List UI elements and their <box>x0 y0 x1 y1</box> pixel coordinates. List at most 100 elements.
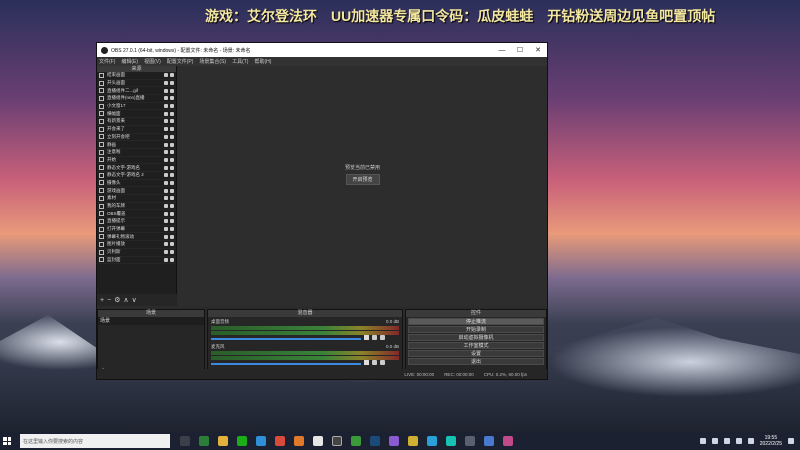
add-source-icon[interactable]: + <box>100 297 104 304</box>
minimize-button[interactable]: — <box>493 47 511 54</box>
lock-icon[interactable] <box>170 165 174 170</box>
lock-icon[interactable] <box>170 127 174 132</box>
eye-icon[interactable] <box>164 196 168 201</box>
eye-icon[interactable] <box>164 127 168 132</box>
taskbar-clock[interactable]: 19:55 2022/2/25 <box>760 435 782 447</box>
source-item[interactable]: 直播组件(nnn)直播 <box>97 95 176 103</box>
source-item[interactable]: 静态文字-游戏名 <box>97 164 176 172</box>
lock-icon[interactable] <box>170 188 174 193</box>
source-item[interactable]: 游戏画面 <box>97 187 176 195</box>
eye-icon[interactable] <box>164 180 168 185</box>
eye-icon[interactable] <box>164 173 168 178</box>
lock-icon[interactable] <box>170 234 174 239</box>
source-item[interactable]: 静态文字-游戏名 2 <box>97 172 176 180</box>
tray-icon[interactable] <box>711 438 718 444</box>
source-item[interactable]: 弹幕礼物滚动 <box>97 233 176 242</box>
app-icon[interactable] <box>465 436 475 446</box>
lock-icon[interactable] <box>170 196 174 201</box>
lock-icon[interactable] <box>170 111 174 116</box>
studio-mode-button[interactable]: 工作室模式 <box>408 342 544 349</box>
source-item[interactable]: 静画 <box>97 141 176 149</box>
app-icon[interactable] <box>446 436 456 446</box>
eye-icon[interactable] <box>164 188 168 193</box>
source-item[interactable]: 小文窗17 <box>97 103 176 111</box>
lock-icon[interactable] <box>170 227 174 232</box>
app-icon[interactable] <box>503 436 513 446</box>
lock-icon[interactable] <box>170 219 174 224</box>
lock-icon[interactable] <box>170 211 174 216</box>
steam-icon[interactable] <box>370 436 380 446</box>
lock-icon[interactable] <box>170 73 174 78</box>
app-icon[interactable] <box>408 436 418 446</box>
source-item[interactable]: 图片播放 <box>97 241 176 249</box>
lock-icon[interactable] <box>170 204 174 209</box>
preview-area[interactable]: 预览当前已禁用 开启预览 <box>178 66 547 306</box>
start-virtual-camera-button[interactable]: 启动虚拟摄像机 <box>408 334 544 341</box>
move-down-icon[interactable]: ∨ <box>132 296 137 304</box>
wechat-icon[interactable] <box>237 436 247 446</box>
eye-icon[interactable] <box>164 134 168 139</box>
menu-scene-collection[interactable]: 场景集合(S) <box>199 58 226 65</box>
stop-streaming-button[interactable]: 停止推流 <box>408 318 544 325</box>
remove-source-icon[interactable]: − <box>107 297 111 304</box>
eye-icon[interactable] <box>164 73 168 78</box>
eye-icon[interactable] <box>164 227 168 232</box>
app-icon[interactable] <box>294 436 304 446</box>
source-item[interactable]: 开会来了 <box>97 126 176 134</box>
title-bar[interactable]: OBS 27.0.1 (64-bit, windows) - 配置文件: 未命名… <box>97 43 547 57</box>
app-icon[interactable] <box>389 436 399 446</box>
lock-icon[interactable] <box>170 180 174 185</box>
volume-slider[interactable] <box>211 363 361 365</box>
speaker-icon[interactable] <box>372 360 377 365</box>
source-item[interactable]: 有新景来 <box>97 118 176 126</box>
source-item[interactable]: 打开弹幕 <box>97 226 176 234</box>
taskbar-search[interactable]: 在这里输入你要搜索的内容 <box>20 434 170 448</box>
lock-icon[interactable] <box>170 81 174 86</box>
eye-icon[interactable] <box>164 119 168 124</box>
eye-icon[interactable] <box>164 81 168 86</box>
exit-button[interactable]: 退出 <box>408 358 544 365</box>
lock-icon[interactable] <box>170 242 174 247</box>
tray-icon[interactable] <box>699 438 706 444</box>
eye-icon[interactable] <box>164 165 168 170</box>
lock-icon[interactable] <box>170 142 174 147</box>
notification-icon[interactable] <box>788 438 794 444</box>
eye-icon[interactable] <box>164 150 168 155</box>
start-button[interactable] <box>0 432 14 450</box>
app-icon[interactable] <box>484 436 494 446</box>
lock-icon[interactable] <box>170 250 174 255</box>
obs-icon[interactable] <box>332 436 342 446</box>
app-icon[interactable] <box>427 436 437 446</box>
eye-icon[interactable] <box>164 111 168 116</box>
menu-view[interactable]: 视图(V) <box>144 58 161 65</box>
eye-icon[interactable] <box>164 257 168 262</box>
slider-knob[interactable] <box>364 335 369 340</box>
source-item[interactable]: 立刻开会吧 <box>97 134 176 142</box>
source-item[interactable]: 注意啦 <box>97 149 176 157</box>
eye-icon[interactable] <box>164 219 168 224</box>
chrome-icon[interactable] <box>275 436 285 446</box>
maximize-button[interactable]: ☐ <box>511 46 529 54</box>
lock-icon[interactable] <box>170 88 174 93</box>
gear-icon[interactable] <box>380 360 385 365</box>
app-icon[interactable] <box>256 436 266 446</box>
menu-edit[interactable]: 编辑(E) <box>121 58 138 65</box>
lock-icon[interactable] <box>170 96 174 101</box>
menu-profile[interactable]: 配置文件(P) <box>167 58 194 65</box>
lock-icon[interactable] <box>170 134 174 139</box>
enable-preview-button[interactable]: 开启预览 <box>345 174 380 185</box>
slider-knob[interactable] <box>364 360 369 365</box>
scene-item[interactable]: 场景 <box>98 317 204 325</box>
network-icon[interactable] <box>735 438 742 444</box>
menu-tools[interactable]: 工具(T) <box>232 58 248 65</box>
source-item[interactable]: 我的车牌 <box>97 203 176 211</box>
source-item[interactable]: 开始 <box>97 157 176 165</box>
eye-icon[interactable] <box>164 211 168 216</box>
gear-icon[interactable] <box>380 335 385 340</box>
lock-icon[interactable] <box>170 257 174 262</box>
speaker-icon[interactable] <box>372 335 377 340</box>
gear-icon[interactable]: ⚙ <box>114 296 120 304</box>
eye-icon[interactable] <box>164 204 168 209</box>
move-up-icon[interactable]: ∧ <box>123 296 128 304</box>
folder-icon[interactable] <box>218 436 228 446</box>
